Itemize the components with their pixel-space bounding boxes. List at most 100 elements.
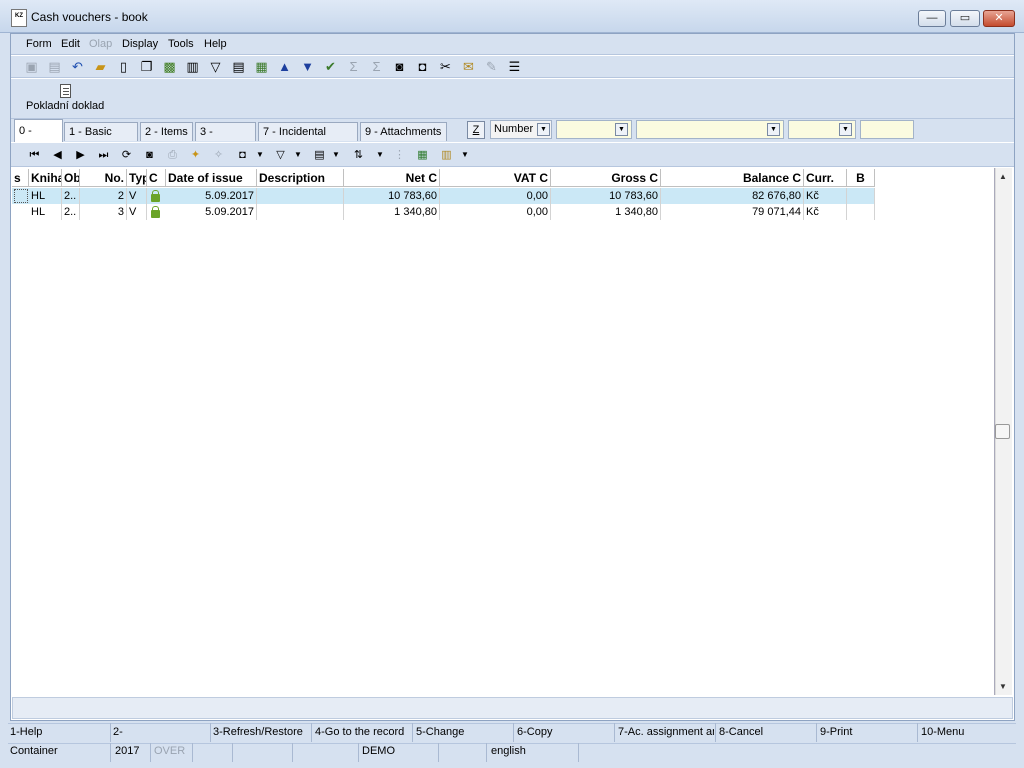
fkey-ac-assignment[interactable]: 7-Ac. assignment and (618, 726, 714, 738)
tree-icon[interactable]: ⋮ (391, 147, 408, 163)
tab-attachments[interactable]: 9 - Attachments (360, 122, 447, 141)
money-icon[interactable]: ▦ (253, 59, 270, 75)
binoculars-icon[interactable]: ◙ (391, 59, 408, 75)
lock-icon (151, 206, 160, 218)
cash-document-label[interactable]: Pokladní doklad (26, 100, 104, 112)
column-header-date[interactable]: Date of issue (166, 169, 257, 187)
report-dropdown-icon[interactable]: ▼ (460, 147, 470, 163)
fkey-menu[interactable]: 10-Menu (921, 726, 1011, 738)
new-document-icon[interactable]: ▯ (115, 59, 132, 75)
fkey-print[interactable]: 9-Print (820, 726, 916, 738)
edit-note-icon[interactable]: ✎ (483, 59, 500, 75)
remove-icon[interactable]: ✧ (210, 147, 227, 163)
fkey-go-to-record[interactable]: 4-Go to the record (315, 726, 411, 738)
grid-filter-dropdown-icon[interactable]: ▼ (293, 147, 303, 163)
add-star-icon[interactable]: ✦ (187, 147, 204, 163)
fkey-help[interactable]: 1-Help (10, 726, 108, 738)
column-header-net[interactable]: Net C (344, 169, 440, 187)
filter-icon[interactable]: ▽ (207, 59, 224, 75)
tab-incidental-costs[interactable]: 7 - Incidental costs (258, 122, 358, 156)
fkey-2[interactable]: 2- (113, 726, 209, 738)
close-button[interactable]: ✕ (983, 10, 1015, 27)
refresh-icon[interactable]: ⟳ (118, 147, 135, 163)
book-icon[interactable]: ▥ (184, 59, 201, 75)
menu-tools[interactable]: Tools (168, 38, 194, 50)
report-icon[interactable]: ▥ (438, 147, 455, 163)
column-header-b[interactable]: B (847, 169, 875, 187)
columns-dropdown-icon[interactable]: ▼ (331, 147, 341, 163)
column-header-c[interactable]: C (147, 169, 166, 187)
previous-record-icon[interactable]: ◀ (49, 147, 66, 163)
filter-3-dropdown-icon[interactable]: ▼ (839, 123, 852, 136)
menu-help[interactable]: Help (204, 38, 227, 50)
mail-icon[interactable]: ✉ (460, 59, 477, 75)
menu-display[interactable]: Display (122, 38, 158, 50)
scroll-down-icon[interactable]: ▼ (998, 682, 1008, 691)
scroll-up-icon[interactable]: ▲ (998, 172, 1008, 181)
tools-icon[interactable]: ✂ (437, 59, 454, 75)
camera-dropdown-icon[interactable]: ▼ (255, 147, 265, 163)
column-header-typ[interactable]: Typ (127, 169, 147, 187)
column-header-gross[interactable]: Gross C (551, 169, 661, 187)
scroll-thumb[interactable] (995, 424, 1010, 439)
row-selector[interactable] (14, 189, 28, 203)
camera-icon[interactable]: ◘ (234, 147, 251, 163)
column-header-vat[interactable]: VAT C (440, 169, 551, 187)
filter-1-dropdown-icon[interactable]: ▼ (615, 123, 628, 136)
sum-icon[interactable]: Σ (345, 59, 362, 75)
filter-doc-icon[interactable]: ▤ (230, 59, 247, 75)
fkey-copy[interactable]: 6-Copy (517, 726, 613, 738)
next-record-icon[interactable]: ▶ (72, 147, 89, 163)
column-header-description[interactable]: Description (257, 169, 344, 187)
tab-book[interactable]: 0 - Book (14, 119, 63, 159)
column-header-balance[interactable]: Balance C (661, 169, 804, 187)
column-header-book[interactable]: Kniha (29, 169, 62, 187)
save-all-icon[interactable]: ▤ (46, 59, 63, 75)
column-header-no[interactable]: No. (80, 169, 127, 187)
fkey-separator (917, 723, 918, 742)
z-button[interactable]: Z (467, 121, 485, 139)
sum-clear-icon[interactable]: Σ (368, 59, 385, 75)
sort-icon[interactable]: ⇅ (350, 147, 367, 163)
cash-document-icon[interactable] (60, 84, 71, 98)
down-arrow-icon[interactable]: ▼ (299, 59, 316, 75)
find-next-icon[interactable]: ◘ (414, 59, 431, 75)
print-icon[interactable]: ⎙ (164, 147, 181, 163)
excel-export-icon[interactable]: ▦ (414, 147, 431, 163)
filter-field-2[interactable] (636, 120, 784, 139)
tab-items[interactable]: 2 - Items (140, 122, 193, 141)
column-header-s[interactable]: s (12, 169, 29, 187)
sort-field-dropdown-icon[interactable]: ▼ (537, 123, 550, 136)
fkey-cancel[interactable]: 8-Cancel (719, 726, 815, 738)
first-record-icon[interactable]: ⏮ (26, 147, 43, 163)
navigation-toolbar (11, 143, 1014, 167)
filter-2-dropdown-icon[interactable]: ▼ (767, 123, 780, 136)
undo-icon[interactable]: ↶ (69, 59, 86, 75)
menu-form[interactable]: Form (26, 38, 52, 50)
records-grid[interactable] (12, 168, 995, 695)
column-header-currency[interactable]: Curr. (804, 169, 847, 187)
filter-field-4[interactable] (860, 120, 914, 139)
fkey-refresh-restore[interactable]: 3-Refresh/Restore (213, 726, 310, 738)
copy-icon[interactable]: ❐ (138, 59, 155, 75)
status-separator (358, 743, 359, 762)
maximize-button[interactable]: ▭ (950, 10, 980, 27)
fkey-change[interactable]: 5-Change (416, 726, 512, 738)
up-arrow-icon[interactable]: ▲ (276, 59, 293, 75)
tab-basic-data[interactable]: 1 - Basic data (64, 122, 138, 156)
save-icon[interactable]: ▣ (23, 59, 40, 75)
open-folder-icon[interactable]: ▰ (92, 59, 109, 75)
menu-lines-icon[interactable]: ☰ (506, 59, 523, 75)
minimize-button[interactable]: — (918, 10, 946, 27)
lock-icon[interactable]: ▩ (161, 59, 178, 75)
menu-edit[interactable]: Edit (61, 38, 80, 50)
sort-dropdown-icon[interactable]: ▼ (375, 147, 385, 163)
columns-icon[interactable]: ▤ (311, 147, 328, 163)
search-icon[interactable]: ◙ (141, 147, 158, 163)
last-record-icon[interactable]: ⏭ (95, 147, 112, 163)
column-header-ob[interactable]: Ob (62, 169, 80, 187)
grid-filter-icon[interactable]: ▽ (272, 147, 289, 163)
cell-ob: 2.. (62, 204, 80, 220)
tab-posting[interactable]: 3 - Posting (195, 122, 256, 156)
post-icon[interactable]: ✔ (322, 59, 339, 75)
